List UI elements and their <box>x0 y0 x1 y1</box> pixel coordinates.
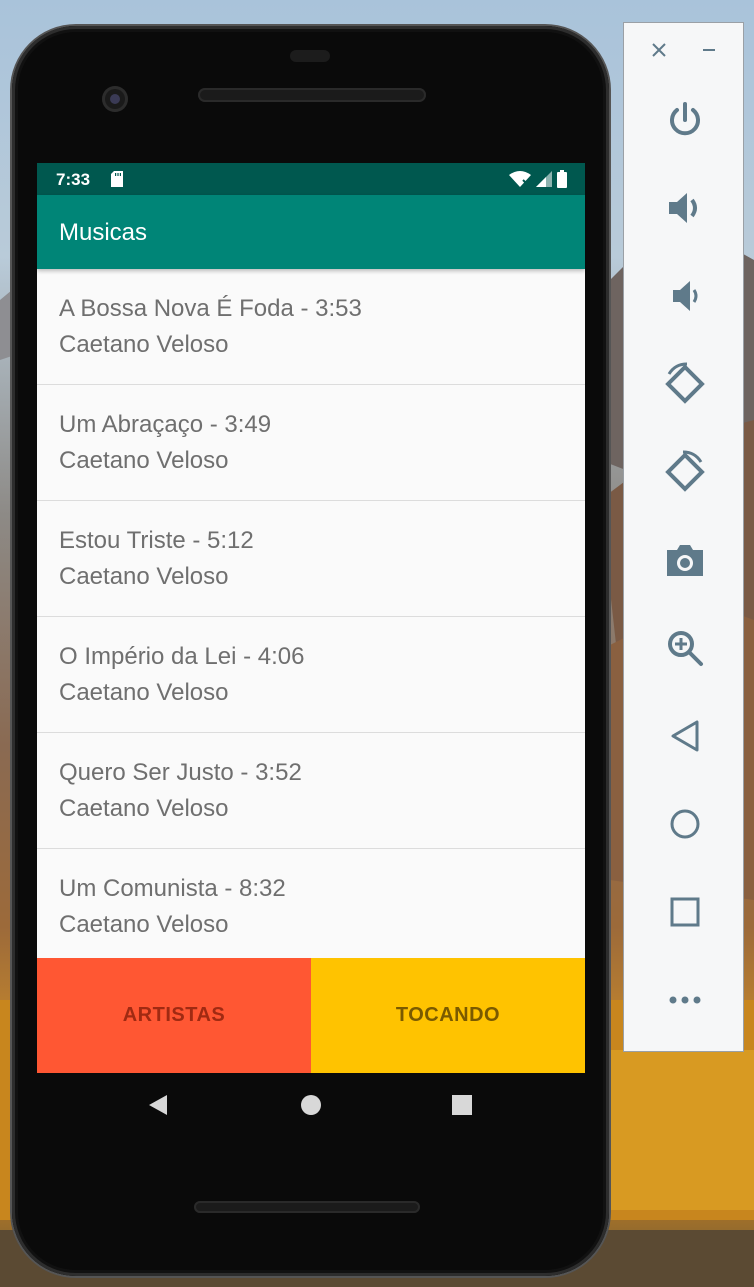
app-title: Musicas <box>59 219 148 246</box>
volume-down-icon <box>672 281 697 311</box>
rotate-left-button[interactable] <box>624 354 745 414</box>
nav-home-icon[interactable] <box>299 1093 323 1117</box>
home-button[interactable] <box>624 794 745 854</box>
overview-icon <box>670 897 699 927</box>
song-title: A Bossa Nova É Foda - 3:53 <box>59 295 362 322</box>
bottom-button-row: ARTISTAS TOCANDO <box>37 958 585 1073</box>
rotate-right-icon <box>664 450 705 492</box>
tocando-button[interactable]: TOCANDO <box>311 958 585 1073</box>
list-item[interactable]: Quero Ser Justo - 3:52 Caetano Veloso <box>37 733 585 849</box>
emulator-control-panel <box>623 22 744 1052</box>
song-artist: Caetano Veloso <box>59 911 229 938</box>
wifi-icon <box>509 171 531 187</box>
rotate-left-icon <box>664 362 705 404</box>
list-item[interactable]: O Império da Lei - 4:06 Caetano Veloso <box>37 617 585 733</box>
list-item[interactable]: Um Abraçaço - 3:49 Caetano Veloso <box>37 385 585 501</box>
device-screen: 7:33 Musicas A Bossa Nova É Foda - 3:53 … <box>37 163 585 1073</box>
sd-card-icon <box>111 171 123 187</box>
list-item[interactable]: Estou Triste - 5:12 Caetano Veloso <box>37 501 585 617</box>
home-icon <box>670 809 699 839</box>
song-title: O Império da Lei - 4:06 <box>59 643 305 670</box>
song-artist: Caetano Veloso <box>59 679 229 706</box>
app-bar: Musicas <box>37 195 585 269</box>
camera-icon <box>666 545 703 576</box>
minimize-icon[interactable] <box>700 41 718 59</box>
more-icon <box>669 996 700 1004</box>
screenshot-button[interactable] <box>624 530 745 590</box>
signal-icon <box>536 171 552 187</box>
status-bar: 7:33 <box>37 163 585 195</box>
volume-up-icon <box>668 193 697 223</box>
back-button[interactable] <box>624 706 745 766</box>
nav-back-icon[interactable] <box>147 1093 171 1117</box>
top-speaker <box>198 88 426 102</box>
android-nav-bar <box>37 1073 585 1137</box>
power-icon <box>669 102 700 136</box>
bottom-speaker <box>194 1201 420 1213</box>
volume-down-button[interactable] <box>624 266 745 326</box>
list-item[interactable]: A Bossa Nova É Foda - 3:53 Caetano Velos… <box>37 269 585 385</box>
nav-overview-icon[interactable] <box>450 1093 474 1117</box>
volume-up-button[interactable] <box>624 178 745 238</box>
rotate-right-button[interactable] <box>624 442 745 502</box>
song-artist: Caetano Veloso <box>59 331 229 358</box>
song-artist: Caetano Veloso <box>59 795 229 822</box>
battery-icon <box>557 170 567 188</box>
song-title: Um Comunista - 8:32 <box>59 875 286 902</box>
artistas-button[interactable]: ARTISTAS <box>37 958 311 1073</box>
song-artist: Caetano Veloso <box>59 563 229 590</box>
song-title: Um Abraçaço - 3:49 <box>59 411 272 438</box>
song-title: Quero Ser Justo - 3:52 <box>59 759 302 786</box>
list-item[interactable]: Um Comunista - 8:32 Caetano Veloso <box>37 849 585 958</box>
close-icon[interactable] <box>650 41 668 59</box>
back-icon <box>671 720 698 752</box>
song-title: Estou Triste - 5:12 <box>59 527 254 554</box>
zoom-button[interactable] <box>624 618 745 678</box>
status-time: 7:33 <box>56 170 91 189</box>
overview-button[interactable] <box>624 882 745 942</box>
front-camera <box>102 86 128 112</box>
more-button[interactable] <box>624 970 745 1030</box>
zoom-icon <box>667 631 703 666</box>
song-artist: Caetano Veloso <box>59 447 229 474</box>
song-list[interactable]: A Bossa Nova É Foda - 3:53 Caetano Velos… <box>37 269 585 958</box>
earpiece-slot <box>290 50 330 62</box>
power-button[interactable] <box>624 90 745 150</box>
